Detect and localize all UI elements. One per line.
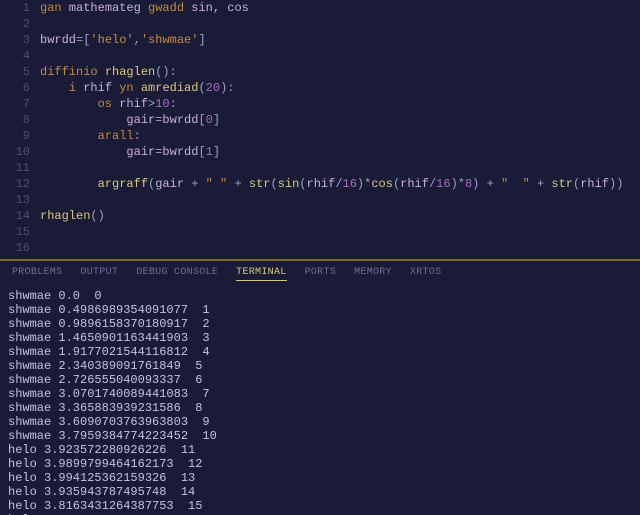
code-line[interactable]: 10 gair=bwrdd[1] bbox=[0, 144, 640, 160]
code-line[interactable]: 12 argraff(gair + " " + str(sin(rhif/16)… bbox=[0, 176, 640, 192]
terminal-line: shwmae 3.365883939231586 8 bbox=[8, 401, 632, 415]
panel-tab-terminal[interactable]: TERMINAL bbox=[236, 267, 286, 281]
code-line[interactable]: 15 bbox=[0, 224, 640, 240]
panel-tab-memory[interactable]: MEMORY bbox=[354, 267, 392, 281]
terminal-line: shwmae 3.0701740089441083 7 bbox=[8, 387, 632, 401]
terminal-line: shwmae 1.4650901163441903 3 bbox=[8, 331, 632, 345]
line-number: 8 bbox=[0, 112, 40, 128]
code-content[interactable]: gan mathemateg gwadd sin, cos bbox=[40, 0, 249, 16]
line-number: 14 bbox=[0, 208, 40, 224]
terminal-line: shwmae 0.0 0 bbox=[8, 289, 632, 303]
code-line[interactable]: 7 os rhif>10: bbox=[0, 96, 640, 112]
code-line[interactable]: 16 bbox=[0, 240, 640, 255]
line-number: 5 bbox=[0, 64, 40, 80]
code-line[interactable]: 2 bbox=[0, 16, 640, 32]
code-line[interactable]: 5diffinio rhaglen(): bbox=[0, 64, 640, 80]
line-number: 2 bbox=[0, 16, 40, 32]
line-number: 12 bbox=[0, 176, 40, 192]
terminal-line: shwmae 0.4986989354091077 1 bbox=[8, 303, 632, 317]
code-content[interactable]: gair=bwrdd[0] bbox=[40, 112, 220, 128]
code-content[interactable]: gair=bwrdd[1] bbox=[40, 144, 220, 160]
code-line[interactable]: 14rhaglen() bbox=[0, 208, 640, 224]
line-number: 16 bbox=[0, 240, 40, 255]
code-editor[interactable]: 1gan mathemateg gwadd sin, cos23bwrdd=['… bbox=[0, 0, 640, 255]
terminal-line: helo 3.9899799464162173 12 bbox=[8, 457, 632, 471]
line-number: 10 bbox=[0, 144, 40, 160]
line-number: 1 bbox=[0, 0, 40, 16]
code-line[interactable]: 3bwrdd=['helo','shwmae'] bbox=[0, 32, 640, 48]
code-line[interactable]: 11 bbox=[0, 160, 640, 176]
terminal-line: shwmae 2.726555040093337 6 bbox=[8, 373, 632, 387]
line-number: 3 bbox=[0, 32, 40, 48]
terminal-output[interactable]: shwmae 0.0 0shwmae 0.4986989354091077 1s… bbox=[0, 285, 640, 515]
code-content[interactable]: i rhif yn amrediad(20): bbox=[40, 80, 234, 96]
code-line[interactable]: 13 bbox=[0, 192, 640, 208]
panel-tab-debug-console[interactable]: DEBUG CONSOLE bbox=[136, 267, 218, 281]
terminal-line: helo 3.923572280926226 11 bbox=[8, 443, 632, 457]
code-line[interactable]: 1gan mathemateg gwadd sin, cos bbox=[0, 0, 640, 16]
terminal-line: helo 3.8163431264387753 15 bbox=[8, 499, 632, 513]
line-number: 13 bbox=[0, 192, 40, 208]
panel-tab-ports[interactable]: PORTS bbox=[305, 267, 337, 281]
line-number: 6 bbox=[0, 80, 40, 96]
code-line[interactable]: 8 gair=bwrdd[0] bbox=[0, 112, 640, 128]
panel-tab-bar: PROBLEMS OUTPUT DEBUG CONSOLE TERMINAL PORTS… bbox=[0, 261, 640, 285]
code-line[interactable]: 4 bbox=[0, 48, 640, 64]
code-content[interactable]: os rhif>10: bbox=[40, 96, 177, 112]
line-number: 4 bbox=[0, 48, 40, 64]
code-content[interactable]: diffinio rhaglen(): bbox=[40, 64, 177, 80]
code-line[interactable]: 9 arall: bbox=[0, 128, 640, 144]
code-content[interactable]: bwrdd=['helo','shwmae'] bbox=[40, 32, 206, 48]
terminal-line: shwmae 1.9177021544116812 4 bbox=[8, 345, 632, 359]
terminal-line: shwmae 0.9896158370180917 2 bbox=[8, 317, 632, 331]
terminal-line: shwmae 3.6090703763963803 9 bbox=[8, 415, 632, 429]
code-content[interactable]: rhaglen() bbox=[40, 208, 105, 224]
terminal-line: helo 3.935943787495748 14 bbox=[8, 485, 632, 499]
line-number: 9 bbox=[0, 128, 40, 144]
panel-tab-xrtos[interactable]: XRTOS bbox=[410, 267, 442, 281]
terminal-line: shwmae 3.7959384774223452 10 bbox=[8, 429, 632, 443]
terminal-line: shwmae 2.340389091761849 5 bbox=[8, 359, 632, 373]
code-content[interactable]: arall: bbox=[40, 128, 141, 144]
line-number: 15 bbox=[0, 224, 40, 240]
terminal-line: helo 3.994125362159326 13 bbox=[8, 471, 632, 485]
code-line[interactable]: 6 i rhif yn amrediad(20): bbox=[0, 80, 640, 96]
code-content[interactable]: argraff(gair + " " + str(sin(rhif/16)*co… bbox=[40, 176, 623, 192]
line-number: 11 bbox=[0, 160, 40, 176]
panel-tab-output[interactable]: OUTPUT bbox=[80, 267, 118, 281]
line-number: 7 bbox=[0, 96, 40, 112]
panel-tab-problems[interactable]: PROBLEMS bbox=[12, 267, 62, 281]
